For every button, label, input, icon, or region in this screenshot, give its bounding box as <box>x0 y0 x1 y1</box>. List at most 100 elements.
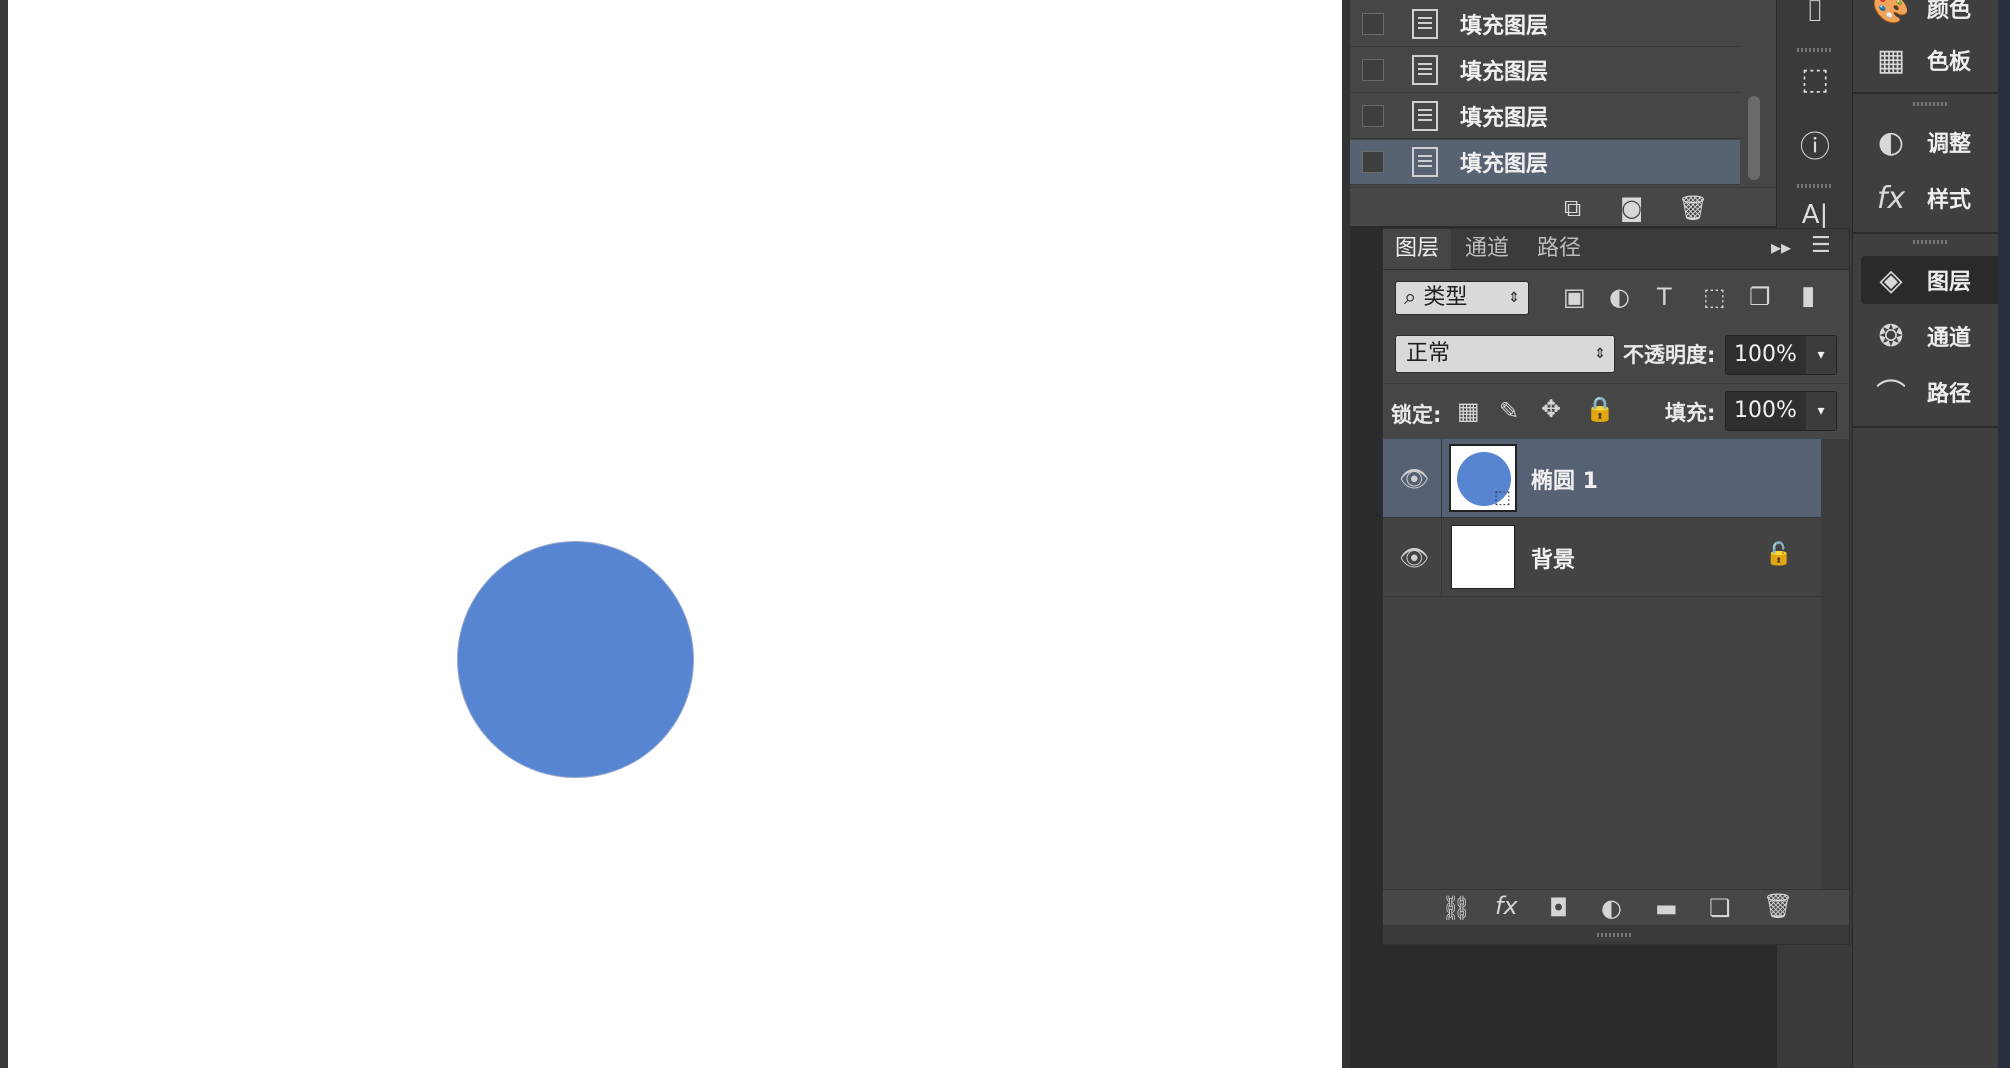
history-item[interactable]: 填充图层 <box>1350 48 1740 93</box>
filter-row: ⌕ 类型 ⇕ ▣ ◐ T ⬚ ❐ ▮ <box>1383 269 1849 327</box>
fx-effects-icon[interactable]: fx <box>1495 892 1518 920</box>
history-item-label: 填充图层 <box>1460 14 1549 39</box>
chevron-down-icon[interactable]: ▾ <box>1806 336 1836 374</box>
new-document-from-state-icon[interactable]: ⧉ <box>1564 194 1581 222</box>
search-icon: ⌕ <box>1404 285 1417 310</box>
grip-handle[interactable] <box>1797 184 1833 188</box>
dock-item-label: 色板 <box>1927 50 1972 75</box>
dock-item-adjustments[interactable]: ◐ 调整 <box>1861 118 2001 166</box>
panel-dock: 🎨 颜色 ▦ 色板 ◐ 调整 fx 样式 ◈ 图层 ❂ 通道 ⌒ 路径 <box>1852 0 2010 1068</box>
history-item-label: 填充图层 <box>1460 60 1549 85</box>
path-bezier-icon: ⌒ <box>1876 378 1906 413</box>
3d-cube-icon[interactable]: ⬚ <box>1777 62 1853 97</box>
document-canvas[interactable] <box>0 0 1342 1068</box>
dock-item-label: 颜色 <box>1927 0 1972 23</box>
panel-resize-grip[interactable] <box>1383 925 1849 944</box>
layer-list-scrollbar[interactable] <box>1821 439 1849 889</box>
grip-handle[interactable] <box>1913 240 1949 244</box>
document-icon <box>1412 55 1438 85</box>
fill-value: 100% <box>1734 398 1797 423</box>
dock-item-color[interactable]: 🎨 颜色 <box>1861 0 2001 32</box>
layer-name[interactable]: 椭圆 1 <box>1531 463 1598 495</box>
opacity-input[interactable]: 100% ▾ <box>1725 335 1837 375</box>
eye-visibility-icon[interactable]: 👁 <box>1399 465 1429 493</box>
dock-item-label: 调整 <box>1927 132 1972 157</box>
brush-preset-icon[interactable]: ⌷ <box>1777 0 1853 29</box>
lock-row: 锁定: ▦ ✎ ✥ 🔒 填充: 100% ▾ <box>1383 385 1849 440</box>
document-icon <box>1412 147 1438 177</box>
info-icon[interactable]: ⓘ <box>1777 122 1853 166</box>
adjustment-filter-icon[interactable]: ◐ <box>1609 283 1630 311</box>
lock-all-icon[interactable]: 🔒 <box>1585 395 1615 423</box>
layer-thumbnail[interactable] <box>1451 525 1515 589</box>
history-checkbox[interactable] <box>1362 59 1384 81</box>
dock-item-layers[interactable]: ◈ 图层 <box>1861 256 2001 304</box>
tab-layers[interactable]: 图层 <box>1383 229 1452 269</box>
shape-layer-badge-icon: ⬚ <box>1493 487 1511 508</box>
grip-handle[interactable] <box>1913 102 1949 106</box>
trash-icon[interactable]: 🗑 <box>1763 892 1793 920</box>
group-folder-icon[interactable]: ▬ <box>1655 894 1678 922</box>
blend-mode-select[interactable]: 正常 ⇕ <box>1395 335 1615 373</box>
history-item-label: 填充图层 <box>1460 106 1549 131</box>
stepper-arrows-icon: ⇕ <box>1594 346 1606 362</box>
dock-item-styles[interactable]: fx 样式 <box>1861 174 2001 222</box>
adjustment-layer-icon[interactable]: ◐ <box>1601 894 1622 922</box>
grip-handle[interactable] <box>1797 48 1833 52</box>
history-item[interactable]: 填充图层 <box>1350 94 1740 139</box>
layers-footer: ⛓ fx ◘ ◐ ▬ ❏ 🗑 <box>1383 889 1849 926</box>
history-item[interactable]: 填充图层 <box>1350 2 1740 47</box>
fill-label: 填充: <box>1665 401 1716 425</box>
history-checkbox[interactable] <box>1362 151 1384 173</box>
character-icon[interactable]: A| <box>1777 200 1853 230</box>
chevron-down-icon[interactable]: ▾ <box>1806 392 1836 430</box>
dock-divider <box>1853 92 2010 94</box>
trash-icon[interactable]: 🗑 <box>1678 194 1708 222</box>
history-checkbox[interactable] <box>1362 13 1384 35</box>
camera-snapshot-icon[interactable]: ◙ <box>1620 194 1643 222</box>
history-panel: 填充图层 填充图层 填充图层 填充图层 ⧉ ◙ 🗑 <box>1350 0 1776 226</box>
adjustments-icon: ◐ <box>1877 124 1905 160</box>
dock-item-paths[interactable]: ⌒ 路径 <box>1861 368 2001 416</box>
dock-item-swatches[interactable]: ▦ 色板 <box>1861 36 2001 84</box>
lock-transparent-pixels-icon[interactable]: ▦ <box>1457 397 1480 425</box>
panel-menu-icon[interactable]: ☰ <box>1811 233 1831 258</box>
shape-filter-icon[interactable]: ⬚ <box>1703 283 1726 311</box>
blend-row: 正常 ⇕ 不透明度: 100% ▾ <box>1383 327 1849 384</box>
lock-label: 锁定: <box>1391 403 1442 427</box>
lock-image-pixels-icon[interactable]: ✎ <box>1499 397 1519 425</box>
filter-kind-select[interactable]: ⌕ 类型 ⇕ <box>1395 281 1529 315</box>
layers-stack-icon: ◈ <box>1879 262 1903 298</box>
history-footer: ⧉ ◙ 🗑 <box>1350 187 1776 226</box>
history-checkbox[interactable] <box>1362 105 1384 127</box>
lock-icon: 🔓 <box>1765 542 1793 567</box>
type-filter-icon[interactable]: T <box>1657 283 1672 311</box>
fx-styles-icon: fx <box>1876 180 1906 216</box>
smart-object-filter-icon[interactable]: ❐ <box>1749 283 1771 311</box>
document-icon <box>1412 9 1438 39</box>
new-layer-icon[interactable]: ❏ <box>1709 894 1731 922</box>
opacity-label: 不透明度: <box>1623 343 1716 367</box>
fill-input[interactable]: 100% ▾ <box>1725 391 1837 431</box>
tab-paths[interactable]: 路径 <box>1525 229 1593 269</box>
filter-toggle-icon[interactable]: ▮ <box>1801 281 1815 311</box>
layer-list: 👁 ⬚ 椭圆 1 👁 背景 🔓 <box>1383 439 1821 889</box>
history-scrollbar[interactable] <box>1748 96 1760 180</box>
pixel-filter-icon[interactable]: ▣ <box>1563 283 1586 311</box>
layer-row-background[interactable]: 👁 背景 🔓 <box>1383 518 1821 597</box>
layer-thumbnail[interactable]: ⬚ <box>1449 444 1517 512</box>
history-item-selected[interactable]: 填充图层 <box>1350 140 1740 185</box>
collapse-panel-icon[interactable]: ▸▸ <box>1771 235 1791 259</box>
tab-channels[interactable]: 通道 <box>1453 229 1521 269</box>
panel-gap <box>1342 0 1350 1068</box>
dock-item-channels[interactable]: ❂ 通道 <box>1861 312 2001 360</box>
layer-name[interactable]: 背景 <box>1531 542 1575 574</box>
lock-position-icon[interactable]: ✥ <box>1541 395 1561 423</box>
eye-visibility-icon[interactable]: 👁 <box>1399 544 1429 572</box>
add-mask-icon[interactable]: ◘ <box>1549 894 1568 922</box>
desktop-edge <box>1998 0 2010 1068</box>
ellipse-shape[interactable] <box>458 542 693 777</box>
grip-handle[interactable] <box>1597 933 1633 937</box>
link-layers-icon[interactable]: ⛓ <box>1441 894 1471 922</box>
layer-row-ellipse[interactable]: 👁 ⬚ 椭圆 1 <box>1383 439 1821 518</box>
